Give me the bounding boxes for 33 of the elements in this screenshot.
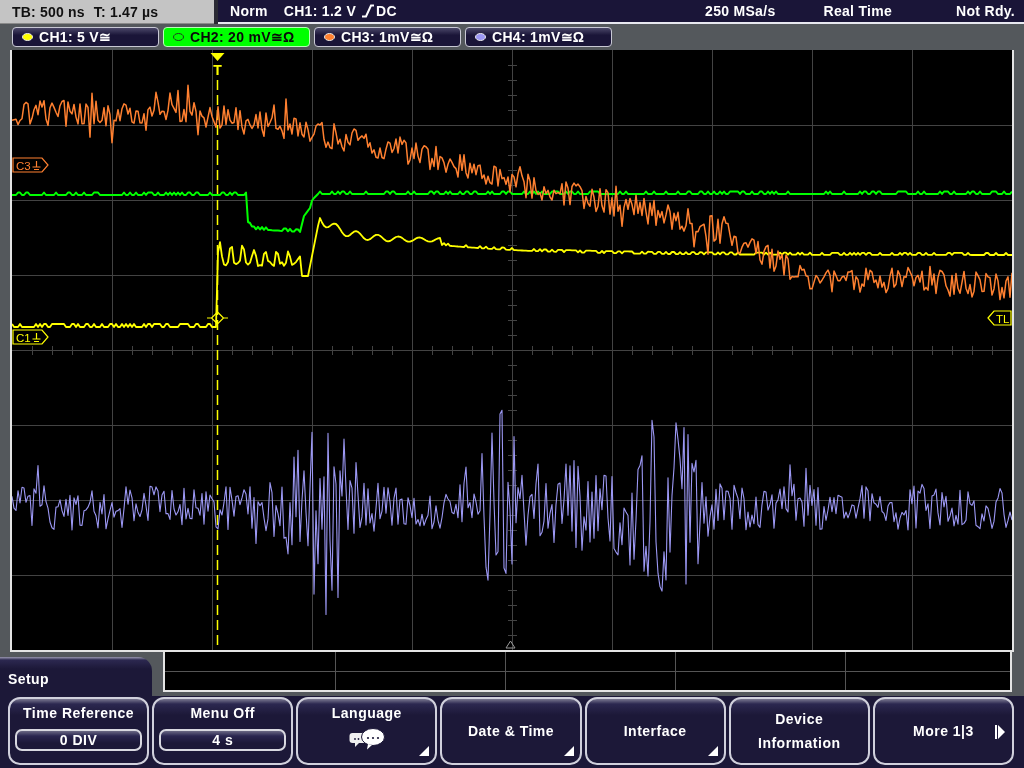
channel-tab[interactable]: CH2: 20 mV≅Ω bbox=[163, 27, 310, 47]
value-button[interactable]: 4 s bbox=[159, 729, 287, 751]
softkey-button[interactable]: Time Reference 0 DIV bbox=[8, 697, 150, 765]
trigger-coupling-readout: DC bbox=[376, 3, 397, 19]
marker-label: C1 bbox=[16, 331, 31, 344]
status-readout: Not Rdy. bbox=[956, 3, 1015, 19]
channel-dot-icon bbox=[324, 33, 335, 41]
channel-tab[interactable]: CH3: 1mV≅Ω bbox=[314, 27, 461, 47]
timebase-readout: TB: 500 ns bbox=[12, 3, 85, 20]
channel-tab[interactable]: CH1: 5 V≅ bbox=[12, 27, 159, 47]
trigger-source-readout: CH1: 1.2 V bbox=[283, 3, 356, 19]
softkey-button[interactable]: Device Information bbox=[728, 697, 870, 765]
softkey-button[interactable]: More 1|3 bbox=[872, 697, 1014, 765]
marker-label: C3 bbox=[16, 159, 31, 172]
softkey-button[interactable]: Date & Time bbox=[440, 697, 582, 765]
trigger-mode-readout: Norm bbox=[230, 3, 268, 19]
channel-dot-icon bbox=[173, 33, 184, 41]
acquisition-mode-readout: Real Time bbox=[823, 3, 893, 19]
menu-header: Setup bbox=[0, 657, 152, 696]
value-button[interactable]: 0 DIV bbox=[15, 729, 143, 751]
channel-tab[interactable]: CH4: 1mV≅Ω bbox=[465, 27, 612, 47]
time-reference-icon bbox=[505, 640, 516, 649]
channel-dot-icon bbox=[475, 33, 486, 41]
softkey-button[interactable]: Menu Off 4 s bbox=[152, 697, 294, 765]
softkey-button[interactable]: Interface bbox=[584, 697, 726, 765]
next-arrow-icon bbox=[995, 725, 1005, 739]
trigger-time-readout: T: 1.47 µs bbox=[93, 3, 159, 20]
trigger-point-icon bbox=[206, 311, 229, 325]
speech-bubbles-icon bbox=[348, 728, 385, 750]
trigger-level-marker: TL bbox=[987, 310, 1012, 326]
softkey-button[interactable]: Language bbox=[296, 697, 438, 765]
channel-dot-icon bbox=[22, 33, 33, 41]
sample-rate-readout: 250 MSa/s bbox=[705, 3, 776, 19]
